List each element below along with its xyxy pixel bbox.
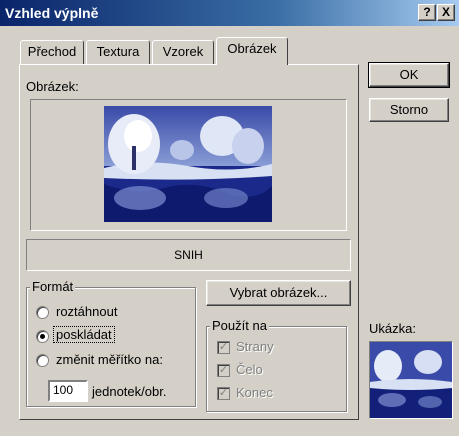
ok-button[interactable]: OK — [368, 62, 450, 88]
end-checkbox: ✓ — [217, 387, 230, 400]
preview-frame — [369, 341, 453, 419]
picture-name-display: SNIH — [26, 239, 351, 271]
sides-checkbox: ✓ — [217, 341, 230, 354]
picture-frame — [30, 99, 347, 231]
scale-radio-label: změnit měřítko na: — [56, 352, 163, 367]
close-button[interactable]: X — [437, 4, 455, 21]
end-checkbox-label: Konec — [236, 385, 273, 400]
snowy-landscape-image — [104, 106, 272, 222]
stretch-radio-label: roztáhnout — [56, 304, 118, 319]
scale-radio[interactable] — [36, 354, 49, 367]
scale-input[interactable]: 100 — [48, 380, 88, 402]
title-bar: Vzhled výplně ? X — [0, 0, 459, 26]
tab-panel-obrazek: Obrázek: SNIH Formát roztáhnout poskláda… — [19, 64, 359, 420]
preview-label: Ukázka: — [369, 321, 416, 336]
tile-radio-label: poskládat — [53, 326, 115, 343]
cancel-button[interactable]: Storno — [369, 98, 449, 122]
scale-unit-label: jednotek/obr. — [92, 384, 167, 399]
sides-checkbox-label: Strany — [236, 339, 274, 354]
window-title: Vzhled výplně — [5, 5, 99, 21]
tab-prechod[interactable]: Přechod — [20, 40, 84, 64]
format-group-label: Formát — [30, 279, 76, 294]
tab-textura[interactable]: Textura — [86, 40, 150, 64]
help-button[interactable]: ? — [418, 4, 436, 21]
stretch-radio[interactable] — [36, 306, 49, 319]
apply-to-group-label: Použít na — [210, 318, 269, 333]
front-checkbox-label: Čelo — [236, 362, 263, 377]
tab-vzorek[interactable]: Vzorek — [152, 40, 214, 64]
tile-radio[interactable] — [36, 330, 49, 343]
preview-image — [370, 342, 452, 418]
front-checkbox: ✓ — [217, 364, 230, 377]
choose-picture-button[interactable]: Vybrat obrázek... — [206, 280, 351, 306]
tab-obrazek[interactable]: Obrázek — [216, 37, 288, 65]
picture-label: Obrázek: — [26, 79, 79, 94]
